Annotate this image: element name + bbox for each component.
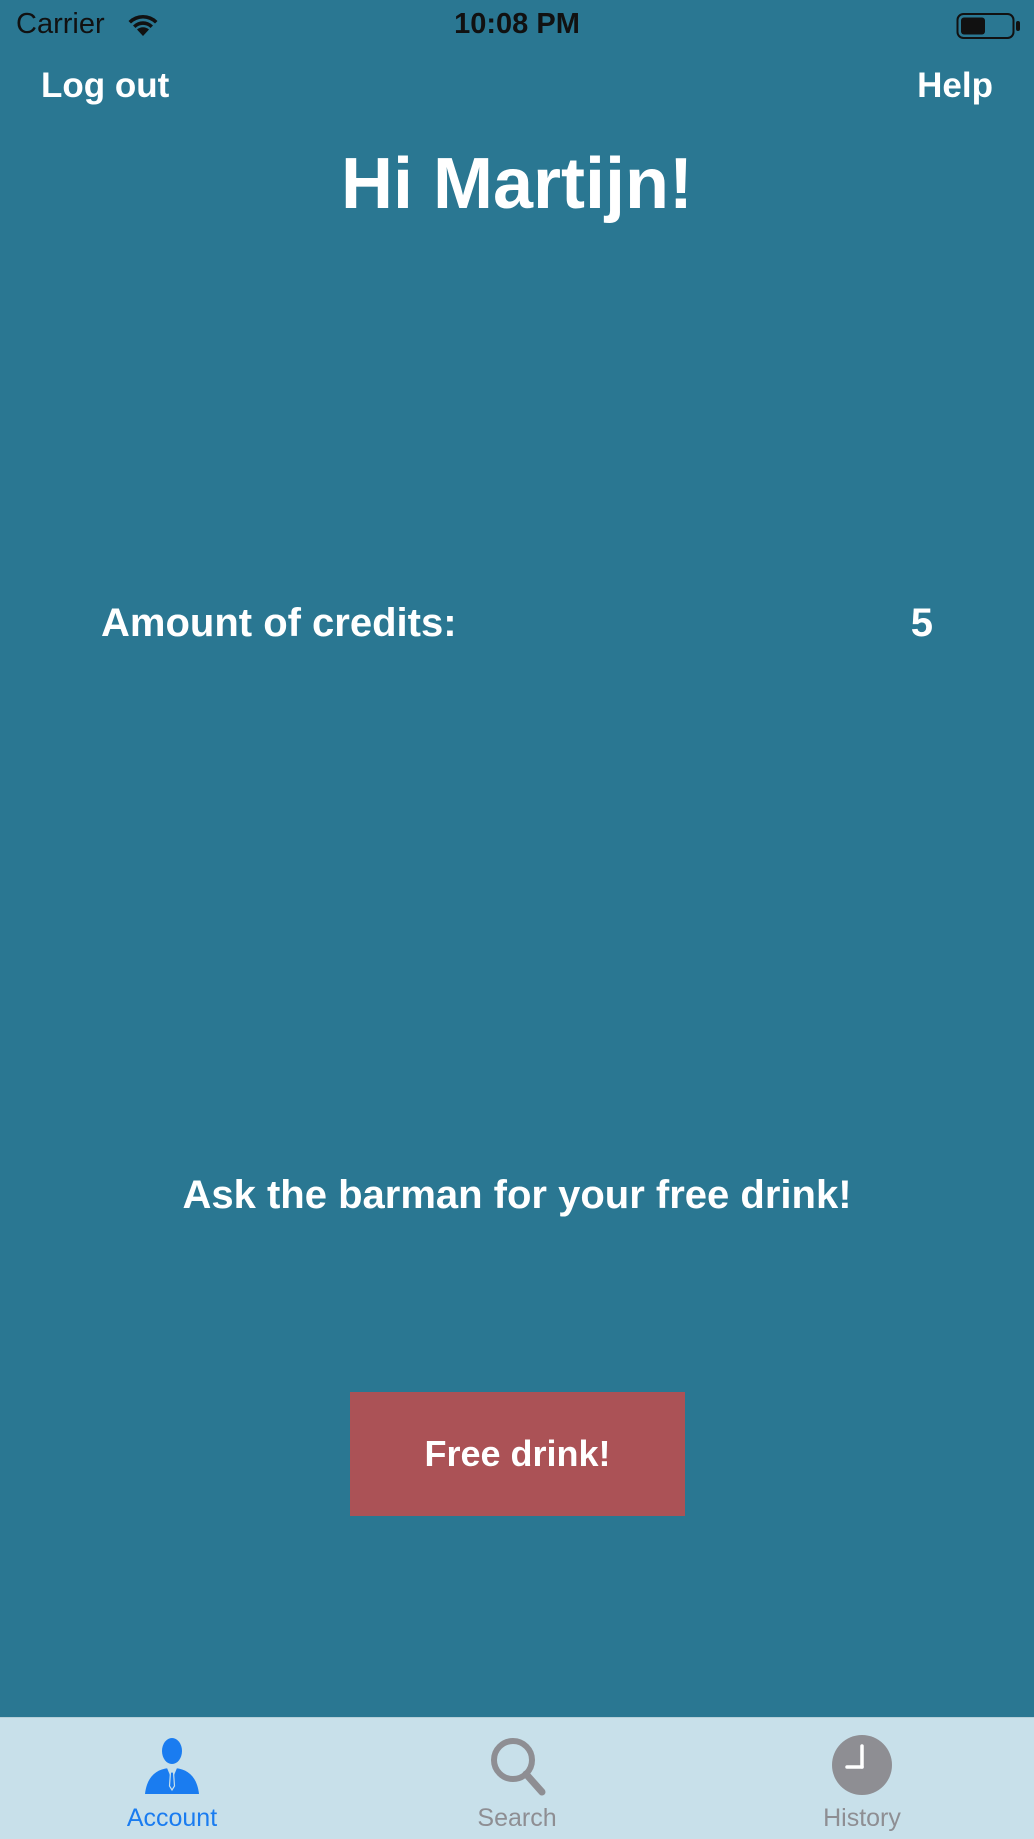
tab-bar: Account Search History [0, 1717, 1034, 1839]
logout-button[interactable]: Log out [41, 66, 169, 106]
tab-account-label: Account [126, 1804, 218, 1832]
tab-search[interactable]: Search [345, 1718, 689, 1839]
greeting-title: Hi Martijn! [341, 144, 693, 224]
credits-label: Amount of credits: [101, 601, 457, 645]
free-drink-button[interactable]: Free drink! [350, 1392, 685, 1516]
help-button[interactable]: Help [917, 66, 993, 106]
tab-search-label: Search [477, 1804, 557, 1832]
account-screen: Carrier 10:08 PM Log out Help Hi Martijn… [0, 0, 1034, 1839]
clock-icon [832, 1735, 892, 1795]
credits-value: 5 [910, 601, 933, 645]
search-icon [491, 1738, 546, 1796]
tab-history-label: History [823, 1804, 901, 1832]
battery-icon [956, 13, 1020, 39]
tab-history[interactable]: History [690, 1718, 1034, 1839]
status-bar: Carrier 10:08 PM [0, 0, 1034, 52]
account-icon [145, 1738, 199, 1794]
status-time: 10:08 PM [454, 8, 580, 40]
free-drink-message: Ask the barman for your free drink! [182, 1173, 852, 1217]
tab-account[interactable]: Account [0, 1718, 344, 1839]
